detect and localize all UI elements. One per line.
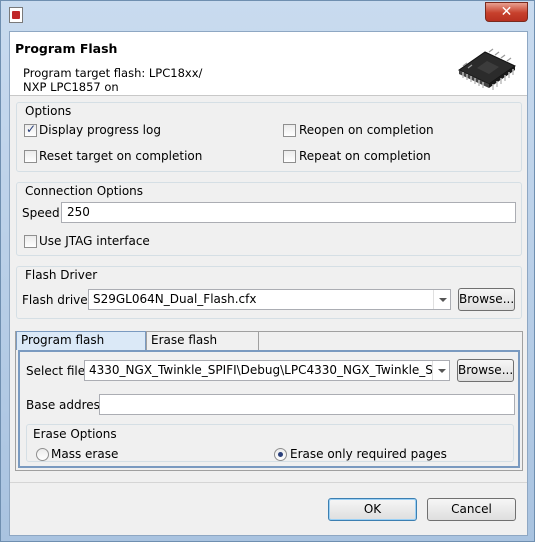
dialog-client-area: Program Flash Program target flash: LPC1… (9, 31, 528, 536)
footer-separator (10, 482, 527, 483)
use-jtag-checkbox[interactable] (24, 235, 37, 248)
options-title: Options (25, 104, 72, 118)
reset-target-checkbox[interactable] (24, 150, 37, 163)
reopen-on-completion-label[interactable]: Reopen on completion (299, 123, 434, 137)
tab-content: Select file 4330_NGX_Twinkle_SPIFI\Debug… (18, 350, 520, 468)
erase-required-pages-label[interactable]: Erase only required pages (290, 447, 447, 461)
flash-driver-combo[interactable]: S29GL064N_Dual_Flash.cfx (88, 289, 451, 310)
select-file-browse-button[interactable]: Browse... (457, 359, 514, 382)
dialog-title: Program Flash (15, 41, 118, 56)
tab-program-flash-memory[interactable]: Program flash memory (16, 331, 146, 364)
base-address-label: Base address (26, 398, 107, 412)
flash-driver-title: Flash Driver (25, 268, 98, 282)
select-file-value: 4330_NGX_Twinkle_SPIFI\Debug\LPC4330_NGX… (89, 363, 450, 377)
erase-required-pages-radio[interactable] (274, 448, 287, 461)
chevron-down-icon[interactable] (433, 290, 450, 309)
mass-erase-label[interactable]: Mass erase (51, 447, 118, 461)
repeat-on-completion-checkbox[interactable] (283, 150, 296, 163)
connection-options-title: Connection Options (25, 184, 144, 198)
chip-icon (457, 48, 517, 90)
speed-input[interactable]: 250 (61, 202, 516, 223)
flash-driver-label: Flash driver (22, 293, 93, 307)
reopen-on-completion-checkbox[interactable] (283, 124, 296, 137)
reset-target-label[interactable]: Reset target on completion (39, 149, 202, 163)
close-button[interactable]: ✕ (485, 2, 528, 22)
dialog-message-line2: NXP LPC1857 on (23, 80, 119, 94)
dialog-message-line1: Program target flash: LPC18xx/ (23, 66, 203, 80)
app-icon (9, 7, 23, 23)
flash-driver-value: S29GL064N_Dual_Flash.cfx (93, 292, 257, 306)
cancel-button[interactable]: Cancel (427, 498, 516, 521)
select-file-label: Select file (26, 364, 86, 378)
repeat-on-completion-label[interactable]: Repeat on completion (299, 149, 431, 163)
dialog-message: Program target flash: LPC18xx/ NXP LPC18… (23, 66, 283, 94)
chevron-down-icon[interactable] (432, 361, 449, 380)
select-file-combo[interactable]: 4330_NGX_Twinkle_SPIFI\Debug\LPC4330_NGX… (84, 360, 450, 381)
tab-erase-flash-memory[interactable]: Erase flash memory (146, 331, 259, 364)
flash-driver-browse-button[interactable]: Browse... (458, 288, 515, 311)
mass-erase-radio[interactable] (36, 448, 49, 461)
dialog-header: Program Flash Program target flash: LPC1… (10, 32, 527, 96)
use-jtag-label[interactable]: Use JTAG interface (39, 234, 150, 248)
tab-folder: Program flash memory Erase flash memory … (15, 331, 523, 471)
ok-button[interactable]: OK (328, 498, 417, 521)
base-address-input[interactable] (99, 394, 515, 415)
display-progress-log-label[interactable]: Display progress log (39, 123, 161, 137)
display-progress-log-checkbox[interactable] (24, 122, 37, 137)
dialog-window: ✕ Program Flash Program target flash: LP… (0, 0, 535, 542)
speed-label: Speed (22, 206, 60, 220)
erase-options-title: Erase Options (33, 427, 117, 441)
title-bar[interactable]: ✕ (1, 1, 534, 29)
